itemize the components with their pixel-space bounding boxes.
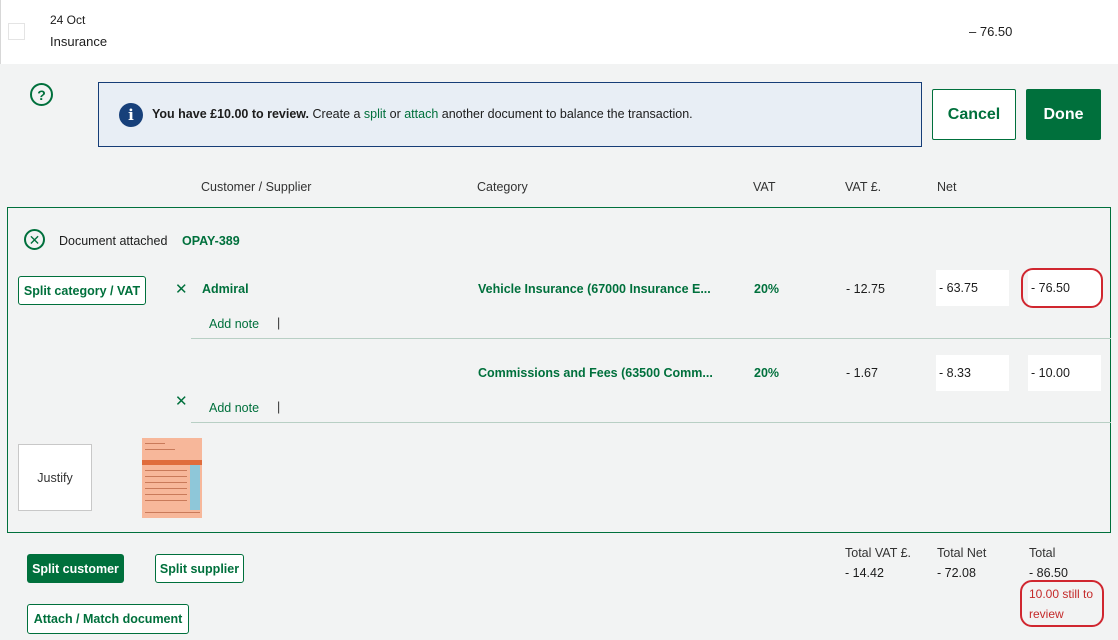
add-note-link[interactable]: Add note bbox=[209, 317, 259, 331]
document-thumbnail[interactable] bbox=[142, 438, 202, 518]
split-supplier-button[interactable]: Split supplier bbox=[155, 554, 244, 583]
net-input[interactable]: - 8.33 bbox=[936, 355, 1009, 391]
help-icon[interactable]: ? bbox=[30, 83, 53, 106]
column-header-vat-amount: VAT £. bbox=[845, 180, 882, 194]
total-vat-value: - 14.42 bbox=[845, 566, 884, 580]
highlight-ring bbox=[1020, 580, 1104, 627]
info-icon: i bbox=[119, 103, 143, 127]
vat-amount: - 1.67 bbox=[846, 366, 878, 380]
add-note-link[interactable]: Add note bbox=[209, 401, 259, 415]
column-header-vat: VAT bbox=[753, 180, 776, 194]
attach-link[interactable]: attach bbox=[404, 107, 438, 121]
info-message: You have £10.00 to review. Create a spli… bbox=[152, 107, 693, 121]
text-cursor: | bbox=[277, 400, 281, 414]
remove-document-icon[interactable]: ✕ bbox=[24, 229, 45, 250]
net-input[interactable]: - 63.75 bbox=[936, 270, 1009, 306]
highlight-ring bbox=[1021, 268, 1103, 308]
category-link[interactable]: Vehicle Insurance (67000 Insurance E... bbox=[478, 282, 711, 296]
justify-button[interactable]: Justify bbox=[18, 444, 92, 511]
split-customer-button[interactable]: Split customer bbox=[27, 554, 124, 583]
attach-match-document-button[interactable]: Attach / Match document bbox=[27, 604, 189, 634]
done-button[interactable]: Done bbox=[1026, 89, 1101, 140]
column-header-category: Category bbox=[477, 180, 528, 194]
info-banner: i You have £10.00 to review. Create a sp… bbox=[98, 82, 922, 147]
vat-amount: - 12.75 bbox=[846, 282, 885, 296]
total-label: Total bbox=[1029, 546, 1056, 560]
transaction-date: 24 Oct bbox=[50, 13, 86, 27]
line-divider bbox=[191, 338, 1111, 339]
document-reference-link[interactable]: OPAY-389 bbox=[182, 234, 240, 248]
split-panel: ✕ Document attached OPAY-389 Split categ… bbox=[7, 207, 1111, 533]
total-net-label: Total Net bbox=[937, 546, 987, 560]
remove-line-icon[interactable]: ✕ bbox=[175, 394, 188, 409]
total-vat-label: Total VAT £. bbox=[845, 546, 912, 560]
transaction-row[interactable]: 24 Oct Insurance – 76.50 bbox=[0, 0, 1118, 64]
vat-rate-link[interactable]: 20% bbox=[754, 282, 779, 296]
text-cursor: | bbox=[277, 316, 281, 330]
info-text-part: Create a bbox=[309, 107, 364, 121]
info-text-part: another document to balance the transact… bbox=[438, 107, 693, 121]
transaction-name: Insurance bbox=[50, 34, 108, 49]
info-amount-text: You have £10.00 to review. bbox=[152, 107, 310, 121]
total-input[interactable]: - 10.00 bbox=[1028, 355, 1101, 391]
supplier-name-link[interactable]: Admiral bbox=[202, 282, 249, 296]
vat-rate-link[interactable]: 20% bbox=[754, 366, 779, 380]
transaction-amount: – 76.50 bbox=[969, 24, 1013, 39]
transaction-checkbox[interactable] bbox=[8, 23, 25, 40]
document-attached-label: Document attached bbox=[59, 234, 168, 248]
cancel-button[interactable]: Cancel bbox=[932, 89, 1016, 140]
split-link[interactable]: split bbox=[364, 107, 386, 121]
total-net-value: - 72.08 bbox=[937, 566, 976, 580]
total-value: - 86.50 bbox=[1029, 566, 1068, 580]
column-header-net: Net bbox=[937, 180, 957, 194]
line-divider bbox=[191, 422, 1111, 423]
info-text-part: or bbox=[386, 107, 405, 121]
remove-line-icon[interactable]: ✕ bbox=[175, 282, 188, 297]
column-header-customer-supplier: Customer / Supplier bbox=[201, 180, 312, 194]
split-category-vat-button[interactable]: Split category / VAT bbox=[18, 276, 146, 305]
category-link[interactable]: Commissions and Fees (63500 Comm... bbox=[478, 366, 713, 380]
